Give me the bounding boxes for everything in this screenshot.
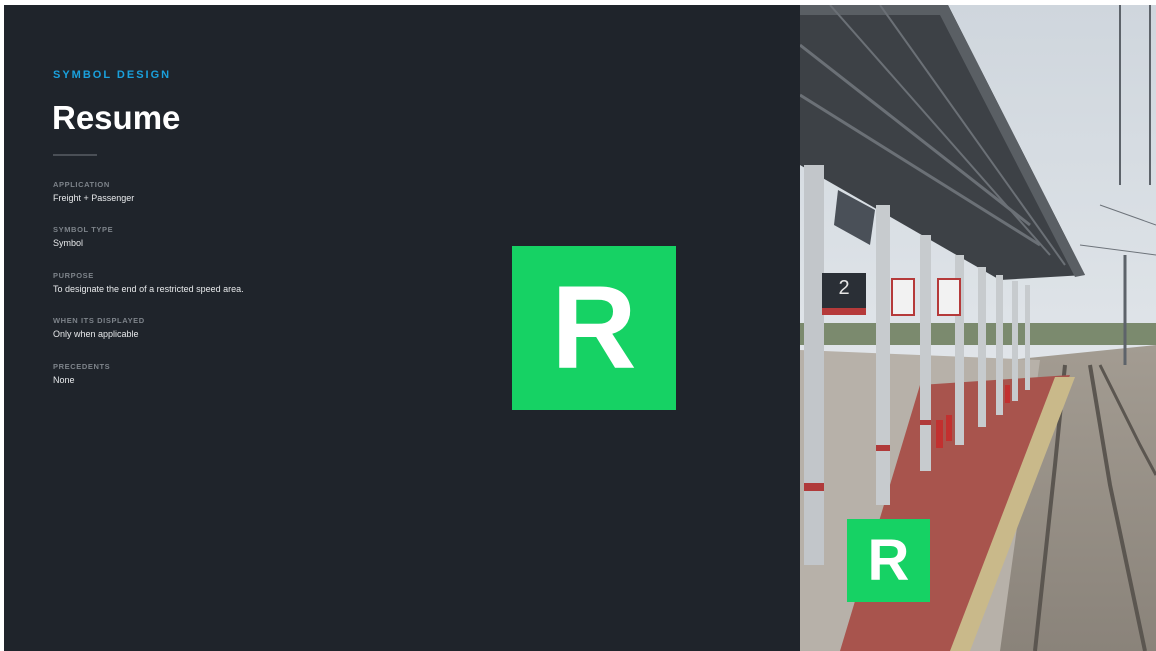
field-label: PRECEDENTS xyxy=(53,362,111,371)
section-eyebrow: SYMBOL DESIGN xyxy=(53,69,172,81)
resume-symbol-in-photo: R xyxy=(847,519,930,602)
platform-number: 2 xyxy=(838,277,850,299)
slide-title: Resume xyxy=(52,99,181,136)
station-photo: 2 R xyxy=(800,5,1156,651)
slide-frame: SYMBOL DESIGN Resume APPLICATION Freight… xyxy=(4,5,1156,651)
field-value: Freight + Passenger xyxy=(53,193,135,203)
field-label: SYMBOL TYPE xyxy=(53,225,114,234)
platform-sign-stripe xyxy=(822,308,866,315)
field-value: To designate the end of a restricted spe… xyxy=(53,284,244,294)
field-value: None xyxy=(53,375,75,385)
field-purpose: PURPOSE To designate the end of a restri… xyxy=(53,271,244,294)
field-application: APPLICATION Freight + Passenger xyxy=(53,180,134,203)
field-label: WHEN ITS DISPLAYED xyxy=(53,316,145,325)
field-label: PURPOSE xyxy=(53,271,94,280)
field-value: Only when applicable xyxy=(53,329,139,339)
info-panel: SYMBOL DESIGN Resume APPLICATION Freight… xyxy=(4,5,800,651)
field-value: Symbol xyxy=(53,238,84,248)
field-symbol-type: SYMBOL TYPE Symbol xyxy=(53,225,113,248)
resume-symbol: R xyxy=(512,246,676,410)
platform-number-sign: 2 xyxy=(822,273,866,315)
field-precedents: PRECEDENTS None xyxy=(53,362,110,385)
field-label: APPLICATION xyxy=(53,180,110,189)
title-divider xyxy=(53,154,97,156)
field-when-displayed: WHEN ITS DISPLAYED Only when applicable xyxy=(53,316,145,339)
